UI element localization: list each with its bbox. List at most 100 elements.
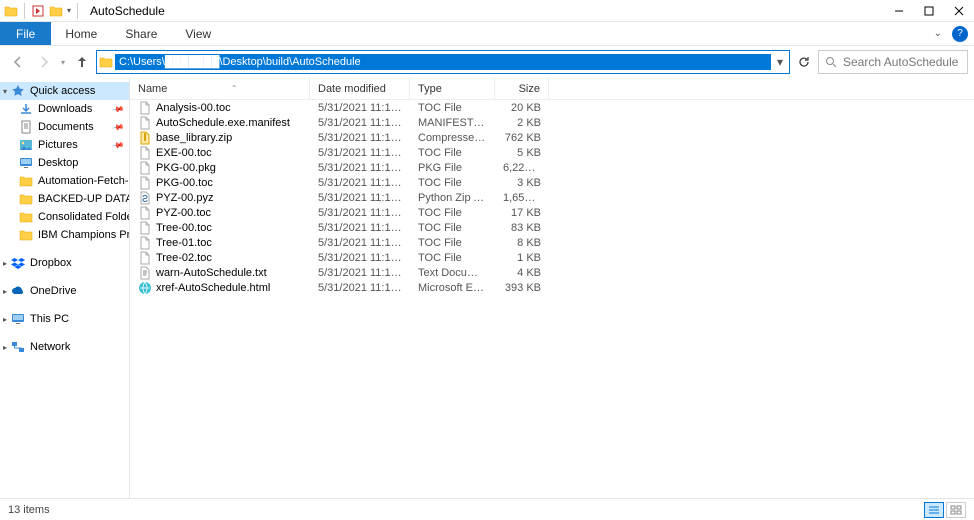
- network-item[interactable]: ▸ Network: [0, 338, 129, 356]
- file-row[interactable]: PYZ-00.toc5/31/2021 11:17 PMTOC File17 K…: [130, 205, 974, 220]
- home-tab[interactable]: Home: [51, 22, 111, 45]
- help-button[interactable]: ?: [952, 26, 968, 42]
- share-tab[interactable]: Share: [111, 22, 171, 45]
- quick-access-label: Quick access: [30, 85, 95, 97]
- nav-item-label: Consolidated Folde: [38, 211, 129, 223]
- quick-access-header[interactable]: ▾ Quick access: [0, 82, 129, 100]
- pin-icon: 📌: [111, 102, 124, 115]
- file-date: 5/31/2021 11:17 PM: [310, 237, 410, 249]
- desktop-icon: [18, 156, 34, 170]
- file-type: Python Zip Applic...: [410, 192, 495, 204]
- properties-icon[interactable]: [31, 4, 45, 18]
- maximize-button[interactable]: [914, 0, 944, 22]
- file-icon: [138, 146, 152, 160]
- onedrive-item[interactable]: ▸ OneDrive: [0, 282, 129, 300]
- file-icon: [138, 206, 152, 220]
- file-name: EXE-00.toc: [156, 147, 212, 159]
- nav-item-label: Documents: [38, 121, 94, 133]
- chevron-right-icon: ▸: [0, 343, 10, 352]
- nav-item-desktop[interactable]: Desktop: [0, 154, 129, 172]
- file-size: 1,652 KB: [495, 192, 549, 204]
- address-dropdown-icon[interactable]: ▾: [771, 55, 789, 69]
- file-type: TOC File: [410, 147, 495, 159]
- doc-icon: [18, 120, 34, 134]
- file-row[interactable]: Tree-00.toc5/31/2021 11:17 PMTOC File83 …: [130, 220, 974, 235]
- file-name: xref-AutoSchedule.html: [156, 282, 270, 294]
- nav-item-consolidated-folde[interactable]: Consolidated Folde: [0, 208, 129, 226]
- type-column-header[interactable]: Type: [410, 78, 495, 99]
- folder-icon: [97, 56, 115, 68]
- nav-item-pictures[interactable]: Pictures 📌: [0, 136, 129, 154]
- nav-item-documents[interactable]: Documents 📌: [0, 118, 129, 136]
- file-row[interactable]: PKG-00.toc5/31/2021 11:17 PMTOC File3 KB: [130, 175, 974, 190]
- sort-ascending-icon: ⌃: [167, 84, 301, 93]
- file-list[interactable]: Analysis-00.toc5/31/2021 11:17 PMTOC Fil…: [130, 100, 974, 498]
- file-tab[interactable]: File: [0, 22, 51, 45]
- back-button[interactable]: [6, 50, 30, 74]
- folder-icon: [18, 192, 34, 206]
- minimize-button[interactable]: [884, 0, 914, 22]
- file-row[interactable]: EXE-00.toc5/31/2021 11:17 PMTOC File5 KB: [130, 145, 974, 160]
- size-column-header[interactable]: Size: [495, 78, 549, 99]
- file-row[interactable]: warn-AutoSchedule.txt5/31/2021 11:17 PMT…: [130, 265, 974, 280]
- file-name: Tree-02.toc: [156, 252, 212, 264]
- separator: [77, 3, 78, 19]
- file-icon: [138, 116, 152, 130]
- file-size: 1 KB: [495, 252, 549, 264]
- pic-icon: [18, 138, 34, 152]
- chevron-right-icon: ▸: [0, 287, 10, 296]
- dropbox-item[interactable]: ▸ Dropbox: [0, 254, 129, 272]
- file-row[interactable]: xref-AutoSchedule.html5/31/2021 11:17 PM…: [130, 280, 974, 295]
- file-row[interactable]: Tree-01.toc5/31/2021 11:17 PMTOC File8 K…: [130, 235, 974, 250]
- file-date: 5/31/2021 11:17 PM: [310, 117, 410, 129]
- file-icon: [138, 281, 152, 295]
- pin-icon: 📌: [111, 138, 124, 151]
- nav-item-ibm-champions-pro[interactable]: IBM Champions Pro: [0, 226, 129, 244]
- nav-item-downloads[interactable]: Downloads 📌: [0, 100, 129, 118]
- file-icon: [138, 191, 152, 205]
- qat-dropdown-icon[interactable]: ▾: [67, 6, 71, 15]
- file-type: Compressed (zipp...: [410, 132, 495, 144]
- pin-icon: 📌: [111, 120, 124, 133]
- name-column-header[interactable]: Name⌃: [130, 78, 310, 99]
- file-type: TOC File: [410, 222, 495, 234]
- search-box[interactable]: Search AutoSchedule: [818, 50, 968, 74]
- date-column-header[interactable]: Date modified: [310, 78, 410, 99]
- file-date: 5/31/2021 11:17 PM: [310, 177, 410, 189]
- close-button[interactable]: [944, 0, 974, 22]
- network-label: Network: [30, 341, 70, 353]
- nav-item-backed-up-data[interactable]: BACKED-UP DATA: [0, 190, 129, 208]
- file-date: 5/31/2021 11:17 PM: [310, 192, 410, 204]
- history-dropdown-icon[interactable]: ▾: [58, 58, 68, 67]
- file-icon: [138, 161, 152, 175]
- onedrive-label: OneDrive: [30, 285, 76, 297]
- file-row[interactable]: PKG-00.pkg5/31/2021 11:17 PMPKG File6,22…: [130, 160, 974, 175]
- view-tab[interactable]: View: [171, 22, 225, 45]
- up-button[interactable]: [70, 50, 94, 74]
- details-view-button[interactable]: [924, 502, 944, 518]
- file-row[interactable]: AutoSchedule.exe.manifest5/31/2021 11:17…: [130, 115, 974, 130]
- forward-button[interactable]: [32, 50, 56, 74]
- file-row[interactable]: PYZ-00.pyz5/31/2021 11:17 PMPython Zip A…: [130, 190, 974, 205]
- file-size: 393 KB: [495, 282, 549, 294]
- file-date: 5/31/2021 11:17 PM: [310, 147, 410, 159]
- folder-icon[interactable]: [49, 4, 63, 18]
- file-date: 5/31/2021 11:17 PM: [310, 222, 410, 234]
- expand-ribbon-icon[interactable]: ⌄: [934, 28, 942, 39]
- nav-item-label: Pictures: [38, 139, 78, 151]
- search-placeholder: Search AutoSchedule: [843, 55, 958, 69]
- nav-item-automation-fetch-[interactable]: Automation-Fetch-: [0, 172, 129, 190]
- file-row[interactable]: Analysis-00.toc5/31/2021 11:17 PMTOC Fil…: [130, 100, 974, 115]
- file-row[interactable]: base_library.zip5/31/2021 11:17 PMCompre…: [130, 130, 974, 145]
- file-row[interactable]: Tree-02.toc5/31/2021 11:17 PMTOC File1 K…: [130, 250, 974, 265]
- file-size: 762 KB: [495, 132, 549, 144]
- chevron-down-icon: ▾: [0, 87, 10, 96]
- address-path[interactable]: C:\Users\███████\Desktop\build\AutoSched…: [115, 54, 771, 70]
- nav-item-label: Downloads: [38, 103, 92, 115]
- address-bar[interactable]: C:\Users\███████\Desktop\build\AutoSched…: [96, 50, 790, 74]
- refresh-button[interactable]: [792, 50, 816, 74]
- thumbnails-view-button[interactable]: [946, 502, 966, 518]
- this-pc-label: This PC: [30, 313, 69, 325]
- star-icon: [10, 84, 26, 98]
- this-pc-item[interactable]: ▸ This PC: [0, 310, 129, 328]
